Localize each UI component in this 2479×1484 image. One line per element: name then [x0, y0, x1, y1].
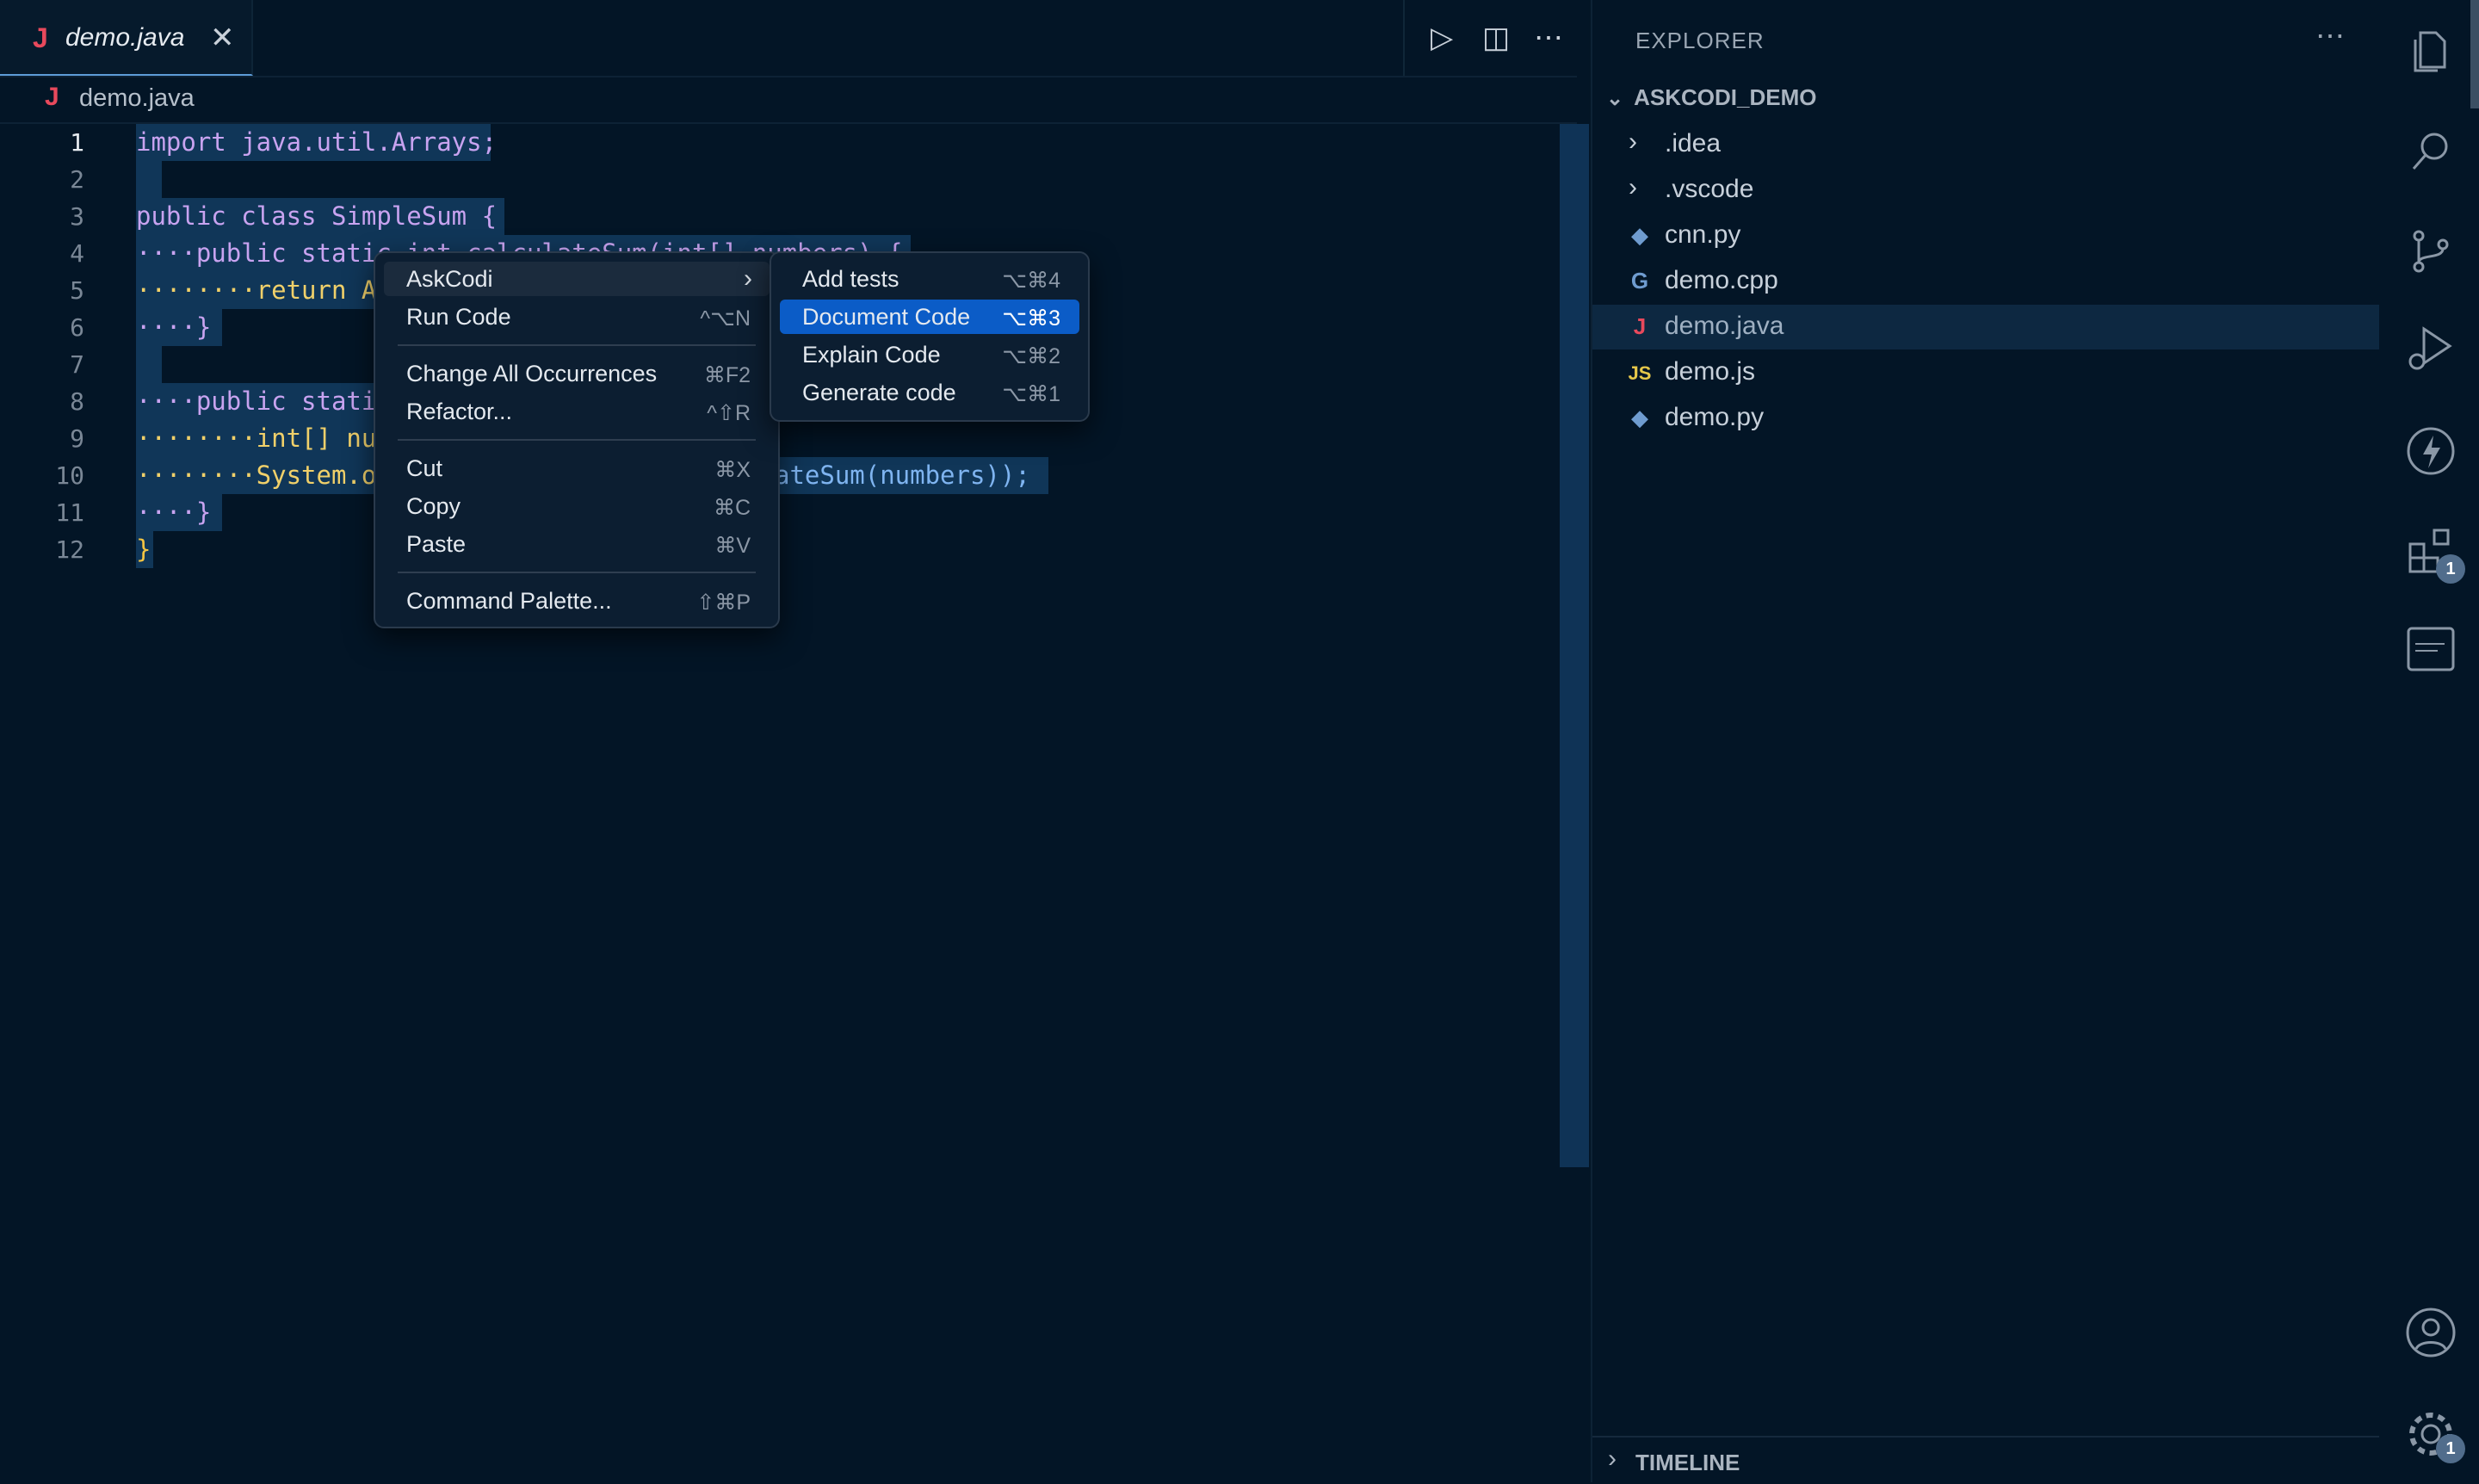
java-file-icon: J	[1633, 313, 1647, 339]
account-icon[interactable]	[2405, 1307, 2457, 1358]
menu-item-refactor[interactable]: Refactor... ^⇧R	[384, 394, 770, 429]
more-actions-icon[interactable]: ⋯	[2315, 19, 2345, 53]
editor-tab-bar: J demo.java ✕ ▷ ◫ ⋯	[0, 0, 1577, 77]
line-number: 9	[70, 424, 84, 453]
run-icon[interactable]: ▷	[1431, 21, 1453, 55]
files-icon[interactable]	[2405, 26, 2457, 77]
menu-item-command-palette[interactable]: Command Palette... ⇧⌘P	[384, 584, 770, 618]
tree-item-demo-cpp[interactable]: G demo.cpp	[1592, 259, 2381, 304]
code-line: public class SimpleSum {	[136, 201, 498, 231]
askcodi-submenu: Add tests ⌥⌘4 Document Code ⌥⌘3 Explain …	[770, 251, 1090, 422]
chevron-right-icon: ›	[1629, 127, 1637, 156]
menu-item-explain-code[interactable]: Explain Code ⌥⌘2	[780, 337, 1079, 372]
menu-item-copy[interactable]: Copy ⌘C	[384, 489, 770, 523]
line-number: 2	[70, 165, 84, 194]
code-line: ····public stati	[136, 386, 377, 416]
javascript-file-icon: JS	[1628, 362, 1652, 384]
python-file-icon: ◆	[1631, 222, 1648, 248]
run-and-debug-icon[interactable]	[2405, 322, 2457, 374]
code-line: ········System.o	[136, 461, 377, 490]
code-line: ····}	[136, 498, 212, 527]
code-line: }	[136, 535, 151, 564]
line-number: 6	[70, 313, 84, 342]
java-file-icon: J	[45, 83, 59, 111]
chevron-down-icon: ⌄	[1606, 87, 1624, 110]
explorer-panel: EXPLORER ⋯ ⌄ ASKCODI_DEMO › .idea › .vsco…	[1591, 0, 2381, 1482]
editor-actions: ▷ ◫ ⋯	[1403, 0, 1579, 76]
breadcrumb-file[interactable]: demo.java	[79, 84, 195, 113]
tree-item-cnn-py[interactable]: ◆ cnn.py	[1592, 213, 2381, 258]
cpp-file-icon: G	[1630, 268, 1649, 294]
explorer-title: EXPLORER	[1635, 28, 1765, 53]
code-line-tail: ateSum(numbers));	[775, 461, 1030, 490]
line-number: 4	[70, 239, 84, 268]
breadcrumb: J demo.java	[0, 77, 1577, 124]
settings-badge: 1	[2436, 1434, 2465, 1463]
more-actions-icon[interactable]: ⋯	[1534, 21, 1563, 55]
line-number: 8	[70, 387, 84, 416]
line-number: 10	[55, 461, 84, 490]
extensions-badge: 1	[2436, 554, 2465, 584]
chevron-right-icon: ›	[1608, 1444, 1617, 1473]
timeline-label: TIMELINE	[1635, 1450, 1740, 1475]
menu-item-run-code[interactable]: Run Code ^⌥N	[384, 300, 770, 334]
chevron-right-icon: ›	[1629, 173, 1637, 201]
minimap-scrollbar[interactable]	[1560, 124, 1589, 1167]
menu-item-add-tests[interactable]: Add tests ⌥⌘4	[780, 262, 1079, 296]
line-number: 11	[55, 498, 84, 527]
tree-item-vscode[interactable]: › .vscode	[1592, 168, 2381, 213]
tab-label: demo.java	[65, 23, 185, 52]
menu-item-document-code[interactable]: Document Code ⌥⌘3	[780, 300, 1079, 334]
code-line: ········return A	[136, 275, 377, 305]
line-number: 1	[70, 128, 84, 157]
close-icon[interactable]: ✕	[210, 21, 235, 55]
tree-item-demo-py[interactable]: ◆ demo.py	[1592, 396, 2381, 441]
tree-item-demo-java[interactable]: J demo.java	[1592, 305, 2381, 349]
menu-item-askcodi[interactable]: AskCodi ›	[384, 262, 770, 296]
project-folder[interactable]: ⌄ ASKCODI_DEMO	[1606, 84, 1816, 111]
java-file-icon: J	[33, 22, 48, 53]
line-number: 12	[55, 535, 84, 564]
menu-item-change-all-occurrences[interactable]: Change All Occurrences ⌘F2	[384, 356, 770, 391]
python-file-icon: ◆	[1631, 405, 1648, 430]
code-line: ····}	[136, 312, 212, 342]
split-editor-icon[interactable]: ◫	[1482, 21, 1510, 55]
context-menu: AskCodi › Run Code ^⌥N Change All Occurr…	[374, 251, 780, 628]
panel-icon[interactable]	[2405, 623, 2457, 675]
line-number: 3	[70, 202, 84, 231]
code-line: import java.util.Arrays;	[136, 127, 498, 157]
line-number: 7	[70, 350, 84, 379]
code-line: ········int[] nu	[136, 424, 377, 453]
line-number: 5	[70, 276, 84, 305]
source-control-icon[interactable]	[2405, 226, 2457, 277]
scrollbar[interactable]	[2470, 0, 2479, 108]
menu-item-cut[interactable]: Cut ⌘X	[384, 451, 770, 485]
tree-item-demo-js[interactable]: JS demo.js	[1592, 350, 2381, 395]
menu-item-paste[interactable]: Paste ⌘V	[384, 527, 770, 561]
tab-demo-java[interactable]: J demo.java ✕	[0, 0, 253, 76]
tree-item-idea[interactable]: › .idea	[1592, 122, 2381, 167]
lightning-icon[interactable]	[2405, 425, 2457, 477]
menu-item-generate-code[interactable]: Generate code ⌥⌘1	[780, 375, 1079, 410]
search-icon[interactable]	[2405, 126, 2457, 177]
activity-bar: 1 1	[2379, 0, 2479, 1482]
chevron-right-icon: ›	[744, 264, 752, 293]
timeline-section[interactable]: › TIMELINE	[1592, 1436, 2381, 1484]
